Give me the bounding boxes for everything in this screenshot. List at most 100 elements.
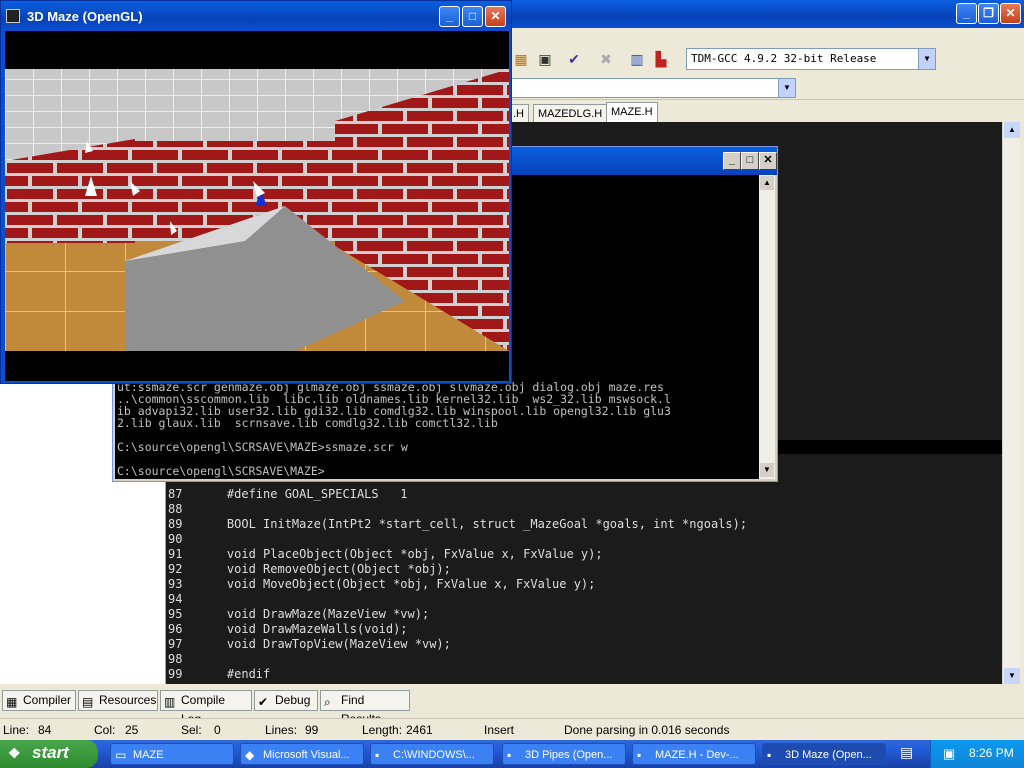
console-close-button[interactable]: ✕ <box>759 152 777 170</box>
task-label: 3D Pipes (Open... <box>525 749 613 761</box>
code-text: void DrawMazeWalls(void); <box>226 622 408 636</box>
code-text: void DrawTopView(MazeView *vw); <box>226 637 451 651</box>
task-3d-maze[interactable]: ▪ 3D Maze (Open... <box>762 743 886 765</box>
task-label: MAZE.H - Dev-... <box>655 749 739 761</box>
line-number: 92 <box>168 562 183 576</box>
code-text: void DrawMaze(MazeView *vw); <box>226 607 430 621</box>
system-tray: ▣ 8:26 PM <box>930 740 1024 768</box>
status-sel: 0 <box>214 723 221 737</box>
line-number: 93 <box>168 577 183 591</box>
scroll-up-icon[interactable]: ▲ <box>1004 122 1020 138</box>
task-label: Microsoft Visual... <box>263 749 350 761</box>
scroll-down-icon[interactable]: ▼ <box>1004 668 1020 684</box>
status-length: 2461 <box>406 723 433 737</box>
console-minimize-button[interactable]: _ <box>723 152 741 170</box>
code-text: #endif <box>226 667 271 681</box>
bottom-panel-tabs: ▦ Compiler ▤ Resources ▥Compile Log ✔ Debug… <box>0 690 1024 726</box>
code-line: 88 <box>168 502 227 517</box>
tab-resources[interactable]: ▤ Resources <box>78 690 158 711</box>
compiler-select-value: TDM-GCC 4.9.2 32-bit Release <box>691 52 877 65</box>
line-number: 94 <box>168 592 183 606</box>
scroll-down-icon[interactable]: ▼ <box>760 463 774 477</box>
tab-compiler[interactable]: ▦ Compiler <box>2 690 76 711</box>
line-number: 90 <box>168 532 183 546</box>
status-bar: Line: 84 Col: 25 Sel: 0 Lines: 99 Length… <box>0 718 1024 740</box>
task-console[interactable]: ▪ C:\WINDOWS\... <box>370 743 494 765</box>
status-col-label: Col: <box>94 723 116 737</box>
ide-close-button[interactable]: ✕ <box>1000 3 1021 24</box>
ide-minimize-button[interactable]: _ <box>956 3 977 24</box>
code-line: 96 void DrawMazeWalls(void); <box>168 622 408 637</box>
delete-icon[interactable]: ✖ <box>597 50 615 68</box>
maze-titlebar[interactable]: 3D Maze (OpenGL) _ □ ✕ <box>1 1 511 31</box>
line-number: 87 <box>168 487 183 501</box>
line-number: 97 <box>168 637 183 651</box>
maze-window[interactable]: 3D Maze (OpenGL) _ □ ✕ <box>0 0 512 384</box>
line-number: 99 <box>168 667 183 681</box>
code-line: 90 <box>168 532 227 547</box>
clock[interactable]: 8:26 PM <box>969 746 1014 760</box>
tab-find-results[interactable]: ⌕Find Results <box>320 690 410 726</box>
line-number: 89 <box>168 517 183 531</box>
code-text: void PlaceObject(Object *obj, FxValue x,… <box>226 547 603 561</box>
code-line: 97 void DrawTopView(MazeView *vw); <box>168 637 451 652</box>
compiler-icon: ▦ <box>6 695 18 709</box>
task-maze-folder[interactable]: ▭ MAZE <box>110 743 234 765</box>
maze-window-title: 3D Maze (OpenGL) <box>27 9 143 24</box>
chevron-down-icon[interactable]: ▼ <box>778 79 795 97</box>
tiles-icon[interactable]: ▣ <box>536 50 554 68</box>
log-icon: ▥ <box>164 695 176 709</box>
start-button[interactable]: ❖ start <box>0 740 98 768</box>
tab-debug[interactable]: ✔ Debug <box>254 690 318 711</box>
maze-scene <box>5 69 509 351</box>
line-number: 91 <box>168 547 183 561</box>
check-icon[interactable]: ✔ <box>565 50 583 68</box>
maze-close-button[interactable]: ✕ <box>485 6 506 27</box>
profile-icon[interactable]: ▙ <box>652 50 670 68</box>
tab-maze-h[interactable]: MAZE.H <box>606 102 658 124</box>
ide-restore-button[interactable]: ❐ <box>978 3 999 24</box>
resources-icon: ▤ <box>82 695 94 709</box>
line-number: 96 <box>168 622 183 636</box>
tab-mazedlg-h[interactable]: MAZEDLG.H <box>533 104 608 124</box>
function-select[interactable]: ▼ <box>510 78 796 98</box>
maze-app-icon <box>6 9 20 23</box>
chart-icon[interactable]: ▥ <box>628 50 646 68</box>
folder-icon: ▭ <box>115 748 127 762</box>
editor-scrollbar[interactable]: ▲ ▼ <box>1002 122 1020 684</box>
opengl-icon: ▪ <box>767 748 772 762</box>
tab-compile-log[interactable]: ▥Compile Log <box>160 690 252 726</box>
compiler-select[interactable]: TDM-GCC 4.9.2 32-bit Release ▼ <box>686 48 936 70</box>
console-line: C:\source\opengl\SCRSAVE\MAZE>ssmaze.scr… <box>117 440 408 454</box>
chevron-down-icon[interactable]: ▼ <box>918 49 935 69</box>
code-line: 92 void RemoveObject(Object *obj); <box>168 562 451 577</box>
console-maximize-button[interactable]: □ <box>741 152 759 170</box>
console-scrollbar[interactable]: ▲ ▼ <box>759 175 775 479</box>
keyboard-icon[interactable]: ▤ <box>900 744 913 761</box>
code-line: 98 <box>168 652 227 667</box>
status-length-label: Length: <box>362 723 403 737</box>
grid-icon[interactable]: ▦ <box>512 50 530 68</box>
tab-label: Resources <box>99 693 157 707</box>
task-label: MAZE <box>133 749 164 761</box>
task-dev-cpp[interactable]: ▪ MAZE.H - Dev-... <box>632 743 756 765</box>
status-col: 25 <box>125 723 139 737</box>
code-text: void MoveObject(Object *obj, FxValue x, … <box>226 577 596 591</box>
tab-label: Debug <box>275 693 311 707</box>
status-lines: 99 <box>305 723 319 737</box>
task-label: C:\WINDOWS\... <box>393 749 475 761</box>
app-icon: ◆ <box>245 748 255 762</box>
status-mode: Insert <box>484 723 515 737</box>
line-number: 95 <box>168 607 183 621</box>
devcpp-icon: ▪ <box>637 748 642 762</box>
maze-minimize-button[interactable]: _ <box>439 6 460 27</box>
task-visual-studio[interactable]: ◆ Microsoft Visual... <box>240 743 364 765</box>
code-line: 95 void DrawMaze(MazeView *vw); <box>168 607 429 622</box>
status-message: Done parsing in 0.016 seconds <box>564 723 730 737</box>
task-3d-pipes[interactable]: ▪ 3D Pipes (Open... <box>502 743 626 765</box>
maze-maximize-button[interactable]: □ <box>462 6 483 27</box>
network-icon[interactable]: ▣ <box>943 746 955 762</box>
status-lines-label: Lines: <box>265 723 298 737</box>
code-line: 93 void MoveObject(Object *obj, FxValue … <box>168 577 595 592</box>
scroll-up-icon[interactable]: ▲ <box>760 176 774 190</box>
